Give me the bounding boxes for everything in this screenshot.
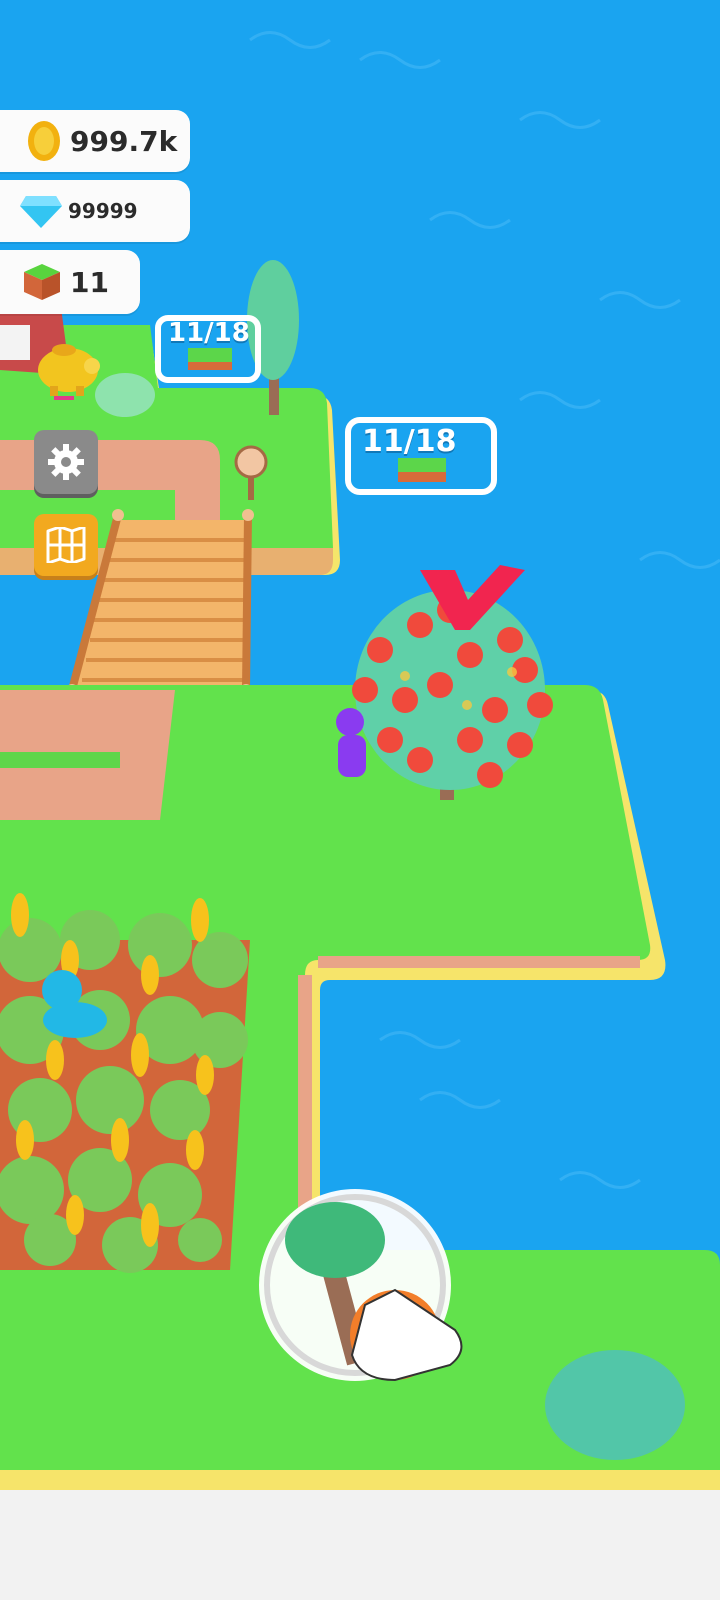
piggy-bank-button[interactable] (28, 336, 104, 400)
chop-tree-action-button[interactable] (259, 1189, 451, 1381)
gem-counter: 99999 (0, 180, 190, 242)
gear-icon (48, 444, 84, 480)
land-block-counter: 11 (0, 250, 140, 314)
map-button[interactable] (34, 514, 98, 576)
grass-block-icon (24, 264, 60, 300)
tree-chop-tap-icon (259, 1189, 451, 1381)
coin-counter: 999.7k (0, 110, 190, 172)
settings-button[interactable] (34, 430, 98, 494)
round-bush (545, 1350, 685, 1460)
coin-icon (28, 121, 60, 161)
bottom-safe-area (0, 1490, 720, 1600)
diamond-icon (20, 196, 62, 228)
coin-amount: 999.7k (70, 124, 178, 158)
land-block-amount: 11 (70, 265, 109, 299)
player-character (336, 708, 366, 777)
piggy-bank-icon (38, 344, 100, 400)
gem-amount: 99999 (68, 199, 138, 223)
bush (95, 373, 155, 417)
plot-progress-label-1: 11/18 (168, 318, 250, 348)
corn-field (0, 893, 250, 1273)
map-icon (46, 527, 86, 563)
plot-progress-label-2: 11/18 (362, 424, 457, 459)
